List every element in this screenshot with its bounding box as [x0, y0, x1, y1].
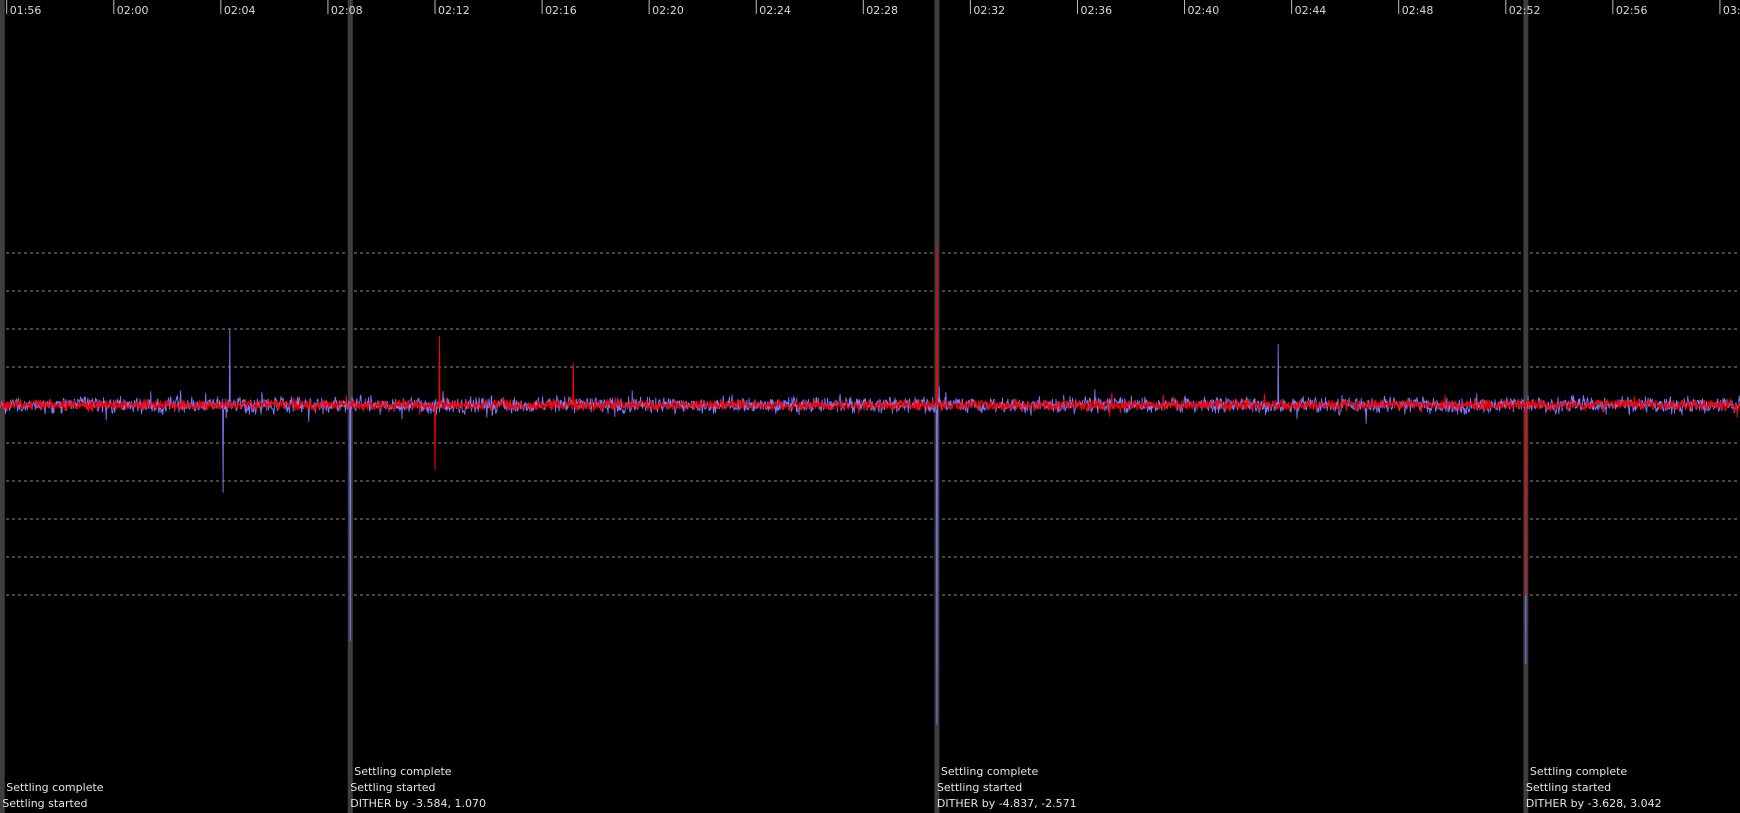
x-tick-label: 02:40: [1188, 4, 1220, 17]
x-tick-label: 02:36: [1080, 4, 1112, 17]
x-tick-label: 02:24: [759, 4, 791, 17]
x-tick-label: 02:20: [652, 4, 684, 17]
grid: [0, 252, 1740, 596]
guiding-graph: 01:56 02:00 02:04 02:08 02:12 02:16 02:20 02:24…: [0, 0, 1740, 813]
x-tick-label: 03:00: [1723, 4, 1740, 17]
series-line-blue: [0, 328, 1740, 725]
event-labels: Settling complete Settling started Settlin…: [2, 765, 1661, 810]
event-label: Settling started: [937, 781, 1022, 794]
event-label: DITHER by -3.584, 1.070: [350, 797, 486, 810]
x-tick-label: 02:32: [973, 4, 1005, 17]
event-label: Settling complete: [1530, 765, 1628, 778]
x-tick-label: 02:16: [545, 4, 577, 17]
x-tick-label: 02:44: [1295, 4, 1327, 17]
event-label: Settling started: [350, 781, 435, 794]
x-tick-label: 02:48: [1402, 4, 1434, 17]
event-label: Settling complete: [6, 781, 104, 794]
x-tick-label: 02:04: [224, 4, 256, 17]
plot-area: 01:56 02:00 02:04 02:08 02:12 02:16 02:20 02:24…: [0, 0, 1740, 813]
event-label: Settling started: [2, 797, 87, 810]
x-tick-label: 02:56: [1616, 4, 1648, 17]
event-label: Settling started: [1526, 781, 1611, 794]
event-label: Settling complete: [354, 765, 452, 778]
x-tick-label: 02:28: [866, 4, 898, 17]
event-label: Settling complete: [941, 765, 1039, 778]
event-label: DITHER by -3.628, 3.042: [1526, 797, 1662, 810]
event-label: DITHER by -4.837, -2.571: [937, 797, 1077, 810]
x-tick-label: 01:56: [10, 4, 42, 17]
series: [0, 244, 1740, 725]
series-line-red: [0, 244, 1740, 596]
x-tick-label: 02:08: [331, 4, 363, 17]
x-tick-label: 02:52: [1509, 4, 1541, 17]
time-axis: 01:56 02:00 02:04 02:08 02:12 02:16 02:20 02:24…: [6, 0, 1740, 17]
x-tick-label: 02:12: [438, 4, 470, 17]
x-tick-label: 02:00: [117, 4, 149, 17]
